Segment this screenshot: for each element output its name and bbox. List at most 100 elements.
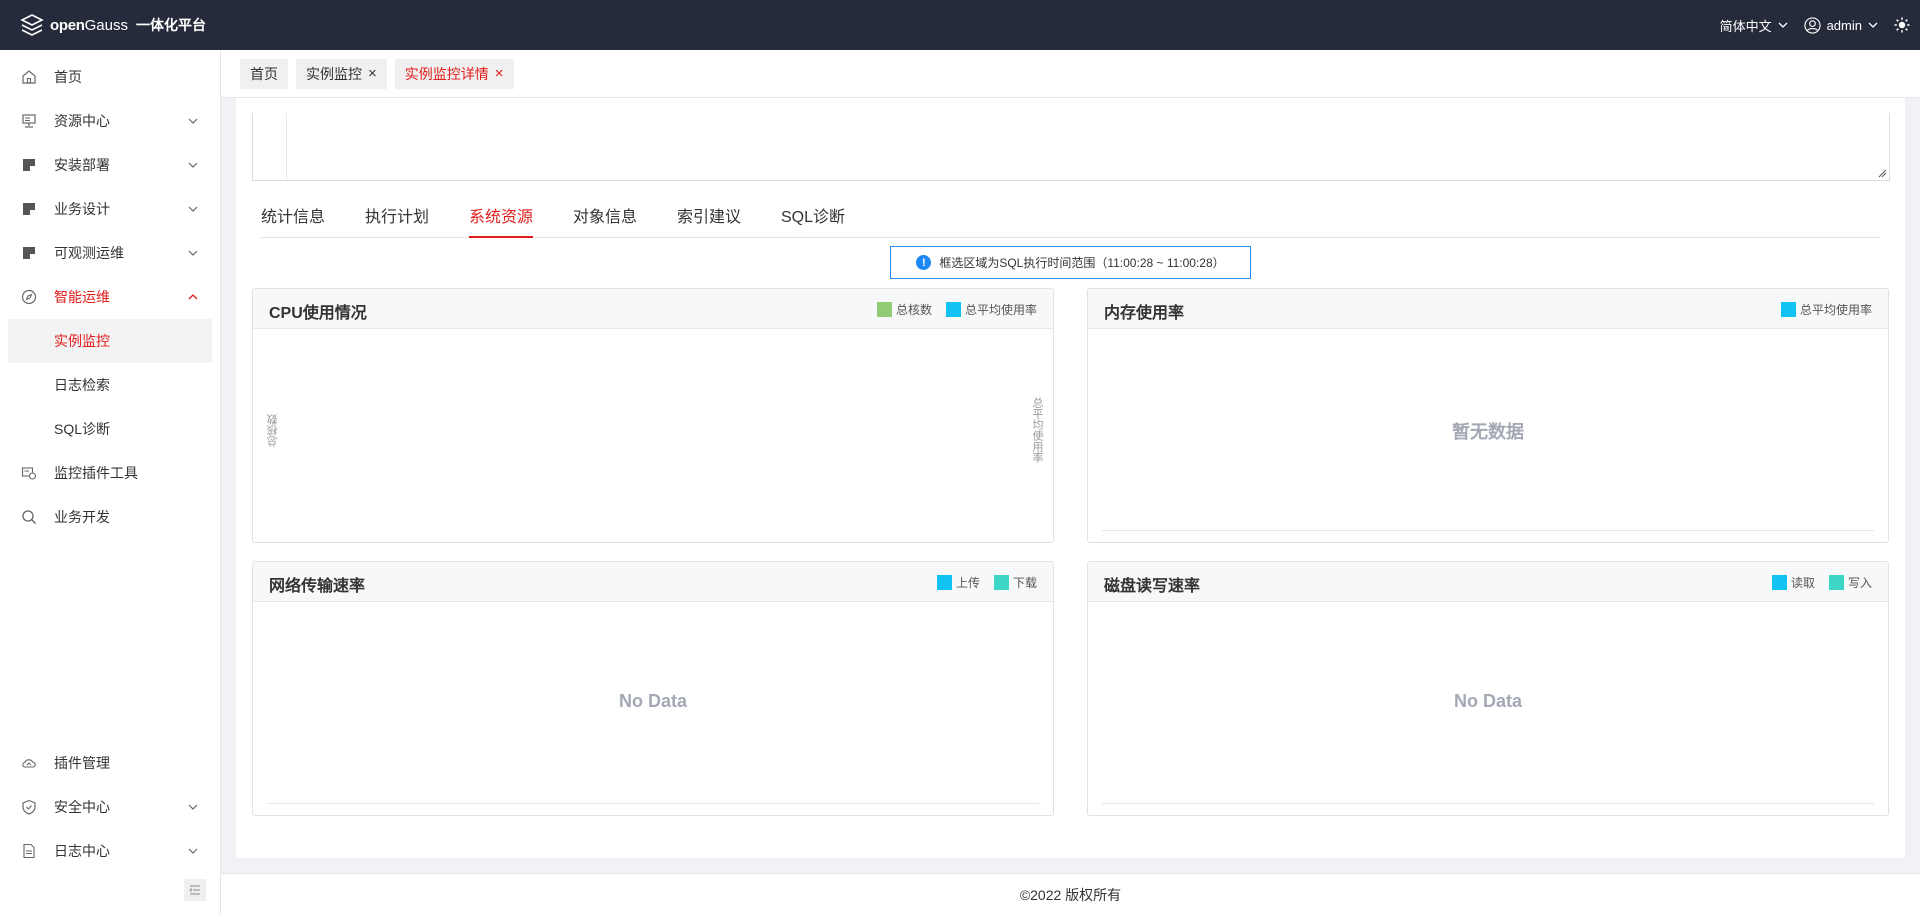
legend-item-avg-usage[interactable]: 总平均使用率 (1780, 301, 1872, 318)
sidebar-collapse-button[interactable] (184, 879, 206, 901)
user-menu[interactable]: admin (1803, 16, 1878, 34)
close-icon[interactable]: × (368, 59, 377, 89)
sidebar-item-business-design[interactable]: 业务设计 (0, 187, 220, 231)
home-icon (20, 68, 38, 86)
chevron-down-icon (188, 162, 198, 168)
page-tab-home[interactable]: 首页 (240, 58, 288, 89)
theme-toggle[interactable] (1894, 17, 1910, 33)
chart-legend: 总核数 总平均使用率 (876, 301, 1037, 318)
sidebar: 首页 资源中心 安装部署 业务设计 可观测运维 智能运维 实例监控 日志检索 S… (0, 50, 221, 915)
user-name: admin (1826, 17, 1862, 33)
chevron-down-icon (188, 250, 198, 256)
empty-state: No Data (618, 691, 687, 711)
sidebar-item-business-dev[interactable]: 业务开发 (0, 495, 220, 539)
legend-label: 上传 (955, 576, 980, 590)
chevron-up-icon (188, 294, 198, 300)
sidebar-item-label: 业务开发 (54, 509, 110, 525)
sidebar-item-sql-diagnosis[interactable]: SQL诊断 (0, 407, 220, 451)
brand-subtitle: 一体化平台 (136, 17, 206, 33)
sidebar-item-observability[interactable]: 可观测运维 (0, 231, 220, 275)
sidebar-item-monitor-plugin-tools[interactable]: 监控插件工具 (0, 451, 220, 495)
sidebar-item-resource-center[interactable]: 资源中心 (0, 99, 220, 143)
tab-system-resources[interactable]: 系统资源 (469, 206, 534, 238)
legend-item-avg-usage[interactable]: 总平均使用率 (945, 301, 1037, 318)
sidebar-item-label: 日志检索 (54, 377, 110, 393)
tab-index-advice[interactable]: 索引建议 (677, 206, 741, 238)
card-title: 磁盘读写速率 (1104, 578, 1201, 595)
legend-item-upload[interactable]: 上传 (936, 574, 980, 591)
sidebar-item-instance-monitor[interactable]: 实例监控 (8, 319, 212, 363)
legend-swatch (1828, 575, 1844, 590)
legend-label: 总平均使用率 (1799, 303, 1872, 317)
chart-legend: 读取 写入 (1771, 574, 1872, 591)
layers-logo-icon (20, 14, 44, 36)
sidebar-item-install-deploy[interactable]: 安装部署 (0, 143, 220, 187)
compass-icon (20, 288, 38, 306)
document-icon (20, 156, 38, 174)
sidebar-item-label: 安全中心 (54, 799, 110, 815)
document-icon (20, 200, 38, 218)
legend-item-write[interactable]: 写入 (1828, 574, 1872, 591)
sidebar-item-label: 监控插件工具 (54, 465, 138, 481)
sidebar-item-label: 实例监控 (54, 333, 110, 349)
detail-tabs: 统计信息 执行计划 系统资源 对象信息 索引建议 SQL诊断 (261, 206, 1881, 238)
card-title: 内存使用率 (1104, 305, 1185, 322)
empty-state: No Data (1453, 691, 1522, 711)
legend-item-download[interactable]: 下载 (993, 574, 1037, 591)
card-header: 网络传输速率 上传 下载 (253, 562, 1053, 602)
legend-item-total-cores[interactable]: 总核数 (876, 301, 932, 318)
brand-gauss: Gauss (84, 16, 128, 34)
tab-statistics[interactable]: 统计信息 (261, 206, 325, 238)
card-header: 磁盘读写速率 读取 写入 (1088, 562, 1888, 602)
user-icon (1803, 16, 1821, 34)
legend-label: 写入 (1847, 576, 1872, 590)
legend-label: 总核数 (895, 303, 932, 317)
resize-handle-icon[interactable] (1877, 168, 1887, 178)
sidebar-item-log-search[interactable]: 日志检索 (0, 363, 220, 407)
chart-legend: 上传 下载 (936, 574, 1037, 591)
legend-swatch (945, 302, 961, 317)
chevron-down-icon (188, 848, 198, 854)
info-icon: ! (916, 255, 932, 270)
footer: ©2022 版权所有 (221, 873, 1920, 915)
top-bar: open Gauss 一体化平台 简体中文 admin (0, 0, 1920, 50)
page-scrollbar[interactable] (1905, 98, 1920, 873)
legend-label: 下载 (1012, 576, 1037, 590)
empty-state: 暂无数据 (1452, 422, 1524, 442)
page-tab-instance-monitor-detail[interactable]: 实例监控详情 × (394, 58, 514, 89)
app-logo[interactable]: open Gauss 一体化平台 (20, 13, 206, 37)
tab-sql-diagnosis[interactable]: SQL诊断 (781, 206, 845, 238)
tab-execution-plan[interactable]: 执行计划 (365, 206, 429, 238)
server-icon (20, 112, 38, 130)
chart-baseline (1102, 530, 1874, 531)
main-content: 统计信息 执行计划 系统资源 对象信息 索引建议 SQL诊断 ! 框选区域为SQ… (236, 98, 1905, 858)
monitor-tools-icon (20, 464, 38, 482)
sidebar-item-label: 业务设计 (54, 201, 110, 217)
page-tab-label: 首页 (250, 65, 278, 82)
chevron-down-icon (188, 118, 198, 124)
line-number-gutter (253, 113, 287, 180)
sidebar-item-plugin-management[interactable]: 插件管理 (0, 741, 220, 785)
close-icon[interactable]: × (495, 59, 504, 89)
sidebar-item-label: 可观测运维 (54, 245, 124, 261)
legend-item-read[interactable]: 读取 (1771, 574, 1815, 591)
legend-swatch (993, 575, 1009, 590)
chevron-down-icon (1778, 22, 1788, 28)
chart-legend: 总平均使用率 (1780, 301, 1872, 318)
page-tab-instance-monitor[interactable]: 实例监控 × (296, 58, 387, 89)
chevron-down-icon (188, 206, 198, 212)
disk-rate-card: 磁盘读写速率 读取 写入 No Data (1087, 561, 1889, 816)
legend-swatch (936, 575, 952, 590)
sidebar-item-label: 安装部署 (54, 157, 110, 173)
card-header: CPU使用情况 总核数 总平均使用率 (253, 289, 1053, 329)
legend-swatch (876, 302, 892, 317)
sidebar-item-intelligent-ops[interactable]: 智能运维 (0, 275, 220, 319)
sidebar-item-log-center[interactable]: 日志中心 (0, 829, 220, 873)
page-tabs-bar: 首页 实例监控 × 实例监控详情 × (221, 50, 1920, 98)
notice-text: 框选区域为SQL执行时间范围（11:00:28 ~ 11:00:28） (939, 256, 1225, 270)
sql-textarea[interactable] (252, 113, 1890, 181)
sidebar-item-security-center[interactable]: 安全中心 (0, 785, 220, 829)
tab-object-info[interactable]: 对象信息 (573, 206, 637, 238)
sidebar-item-home[interactable]: 首页 (0, 55, 220, 99)
language-selector[interactable]: 简体中文 (1720, 16, 1788, 35)
